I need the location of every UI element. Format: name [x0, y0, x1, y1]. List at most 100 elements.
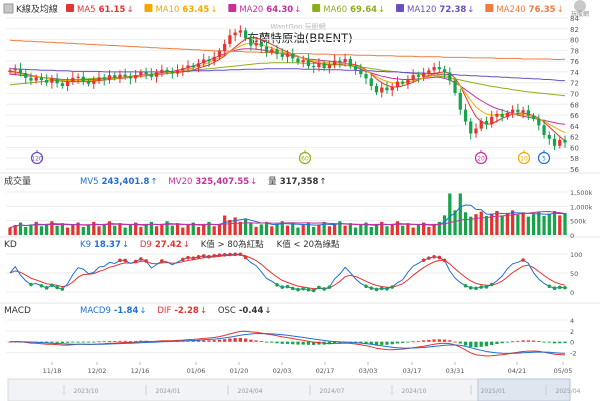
- kd-overbought-dot: [118, 258, 122, 263]
- osc-bar: [563, 341, 567, 344]
- volume-bar: [537, 211, 541, 235]
- osc-bar: [463, 341, 468, 346]
- kd-oversold-dot: [484, 285, 489, 289]
- legend-value: 18.37: [94, 240, 121, 250]
- volume-bar: [39, 226, 44, 235]
- kd-overbought-dot: [442, 258, 447, 263]
- candle-body: [196, 63, 201, 68]
- volume-bar: [45, 223, 49, 235]
- macd-tick-label: 2: [570, 328, 574, 336]
- candle-body: [531, 115, 536, 119]
- volume-bar: [113, 225, 117, 235]
- candle-body: [65, 81, 70, 86]
- candle-body: [301, 60, 305, 63]
- volume-bar: [259, 224, 263, 235]
- candle-body: [484, 121, 489, 125]
- osc-bar: [50, 341, 54, 343]
- osc-bar: [81, 341, 85, 343]
- kd-overbought-dot: [437, 255, 442, 260]
- osc-bar: [107, 341, 112, 342]
- candle-body: [338, 60, 342, 63]
- volume-bar: [353, 227, 358, 235]
- kd-overbought-dot: [201, 254, 206, 258]
- candle-body: [60, 83, 64, 86]
- candle-body: [264, 46, 269, 53]
- osc-bar: [526, 340, 530, 342]
- macd-panel-title: MACD: [4, 306, 31, 316]
- osc-bar: [102, 341, 106, 343]
- ma-legend-checkbox[interactable]: [485, 4, 494, 12]
- osc-bar: [86, 341, 91, 343]
- ma-legend-checkbox[interactable]: [66, 4, 74, 12]
- osc-bar: [427, 339, 431, 342]
- kd-overbought-dot: [212, 254, 216, 258]
- candle-body: [285, 53, 290, 57]
- osc-bar: [55, 341, 59, 343]
- candle-body: [343, 58, 347, 63]
- legend-value: -0.44: [239, 306, 264, 316]
- candle-body: [380, 87, 384, 93]
- date-label: 04/21: [508, 367, 527, 375]
- legend-arrow: ↓: [557, 5, 564, 15]
- osc-bar: [390, 341, 394, 345]
- price-tick-label: 82: [570, 26, 579, 34]
- osc-bar: [484, 341, 489, 347]
- osc-bar: [511, 341, 515, 343]
- kd-oversold-dot: [468, 286, 473, 290]
- volume-bar: [511, 210, 515, 235]
- kd-overbought-dot: [233, 252, 237, 257]
- ma-legend-checkbox[interactable]: [312, 4, 321, 12]
- volume-bar: [474, 214, 478, 235]
- legend-value: 63.45: [182, 5, 209, 15]
- navigator-label: 2024/01: [156, 388, 181, 395]
- kd-oversold-dot: [379, 286, 384, 291]
- candle-body: [113, 75, 117, 78]
- candle-body: [353, 65, 358, 70]
- osc-bar: [254, 340, 258, 342]
- volume-bar: [139, 226, 143, 235]
- osc-bar: [228, 338, 232, 342]
- date-label: 02/17: [316, 367, 335, 375]
- osc-bar: [97, 341, 101, 343]
- date-label: 11/18: [43, 367, 62, 375]
- candle-body: [511, 109, 515, 113]
- osc-bar: [301, 341, 305, 345]
- navigator[interactable]: 2023/10 2024/01 2024/04 2024/07 2024/10 2025/…: [7, 378, 581, 401]
- legend-label: MV5: [80, 177, 99, 187]
- price-tick-label: 60: [570, 144, 579, 152]
- candle-body: [469, 121, 473, 134]
- legend-checkbox[interactable]: [3, 3, 14, 14]
- date-label: 12/02: [88, 367, 107, 375]
- volume-bar: [285, 225, 290, 235]
- ma-legend-checkbox[interactable]: [228, 4, 237, 12]
- legend-arrow: ↓: [183, 240, 190, 250]
- osc-bar: [474, 341, 478, 348]
- volume-bar: [495, 210, 499, 235]
- osc-bar: [547, 341, 551, 343]
- legend-label: OSC: [218, 306, 236, 316]
- legend-value: 61.15: [99, 5, 126, 15]
- marker-label: 120: [31, 156, 43, 163]
- date-label: 02/03: [273, 367, 292, 375]
- volume-bar: [186, 225, 190, 235]
- kd-oversold-dot: [50, 283, 54, 288]
- osc-bar: [76, 341, 80, 343]
- candle-body: [516, 109, 520, 113]
- candle-body: [233, 32, 237, 36]
- osc-bar: [113, 341, 117, 342]
- kd-oversold-dot: [296, 287, 300, 292]
- osc-bar: [516, 340, 520, 342]
- chart-title: 布蘭特原油(BRENT): [247, 31, 352, 45]
- volume-bar: [547, 213, 551, 235]
- candle-body: [563, 139, 567, 143]
- macd-tick-label: 4: [570, 317, 574, 325]
- candle-body: [374, 85, 379, 93]
- ma-legend-checkbox[interactable]: [396, 4, 405, 12]
- volume-bar: [97, 226, 101, 235]
- ma-legend-checkbox[interactable]: [144, 4, 153, 12]
- candle-body: [123, 74, 127, 77]
- volume-bar: [359, 225, 363, 235]
- candle-body: [327, 64, 332, 69]
- legend-value: 317,358: [280, 177, 319, 187]
- candle-body: [526, 110, 530, 116]
